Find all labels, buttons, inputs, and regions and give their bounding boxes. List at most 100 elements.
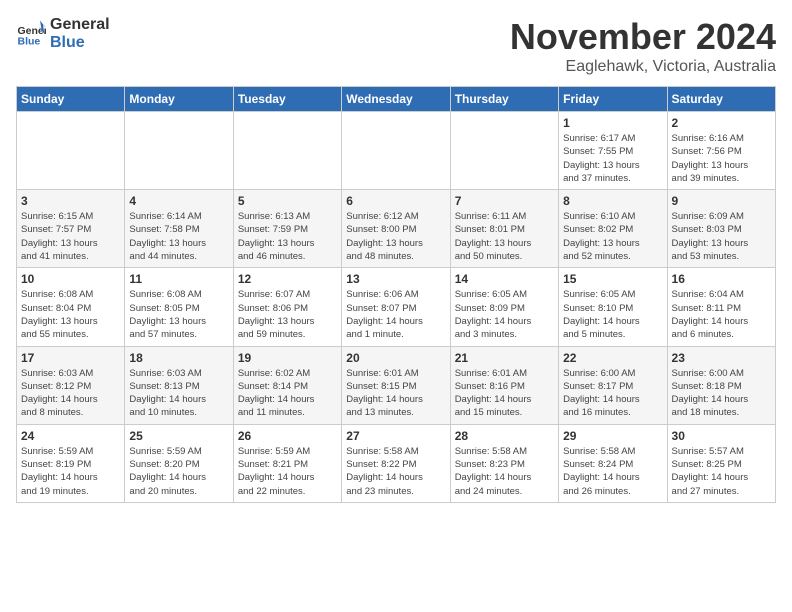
day-info: Sunrise: 6:13 AMSunset: 7:59 PMDaylight:…	[238, 210, 337, 263]
day-info: Sunrise: 6:16 AMSunset: 7:56 PMDaylight:…	[672, 132, 771, 185]
day-info: Sunrise: 5:59 AMSunset: 8:21 PMDaylight:…	[238, 445, 337, 498]
calendar-cell	[233, 112, 341, 190]
day-info: Sunrise: 6:01 AMSunset: 8:15 PMDaylight:…	[346, 367, 445, 420]
calendar-cell: 15Sunrise: 6:05 AMSunset: 8:10 PMDayligh…	[559, 268, 667, 346]
weekday-header-sunday: Sunday	[17, 87, 125, 112]
logo: General Blue General Blue	[16, 16, 110, 51]
day-number: 29	[563, 429, 662, 443]
calendar-cell	[450, 112, 558, 190]
calendar-cell: 4 Sunrise: 6:14 AMSunset: 7:58 PMDaylight…	[125, 190, 233, 268]
calendar-cell: 27 Sunrise: 5:58 AMSunset: 8:22 PMDayligh…	[342, 424, 450, 502]
day-info: Sunrise: 6:15 AMSunset: 7:57 PMDaylight:…	[21, 210, 120, 263]
calendar-body: 1 Sunrise: 6:17 AMSunset: 7:55 PMDaylight…	[17, 112, 776, 503]
day-info: Sunrise: 5:59 AMSunset: 8:19 PMDaylight:…	[21, 445, 120, 498]
day-info: Sunrise: 6:03 AMSunset: 8:12 PMDaylight:…	[21, 367, 120, 420]
day-info: Sunrise: 6:03 AMSunset: 8:13 PMDaylight:…	[129, 367, 228, 420]
calendar-cell: 9 Sunrise: 6:09 AMSunset: 8:03 PMDaylight…	[667, 190, 775, 268]
day-number: 23	[672, 351, 771, 365]
day-number: 3	[21, 194, 120, 208]
day-info: Sunrise: 6:10 AMSunset: 8:02 PMDaylight:…	[563, 210, 662, 263]
calendar-week-row: 10 Sunrise: 6:08 AMSunset: 8:04 PMDayligh…	[17, 268, 776, 346]
day-info: Sunrise: 6:09 AMSunset: 8:03 PMDaylight:…	[672, 210, 771, 263]
calendar-cell: 18 Sunrise: 6:03 AMSunset: 8:13 PMDayligh…	[125, 346, 233, 424]
day-number: 1	[563, 116, 662, 130]
calendar-cell: 19 Sunrise: 6:02 AMSunset: 8:14 PMDayligh…	[233, 346, 341, 424]
day-info: Sunrise: 6:02 AMSunset: 8:14 PMDaylight:…	[238, 367, 337, 420]
calendar-cell: 16 Sunrise: 6:04 AMSunset: 8:11 PMDayligh…	[667, 268, 775, 346]
calendar-week-row: 17 Sunrise: 6:03 AMSunset: 8:12 PMDayligh…	[17, 346, 776, 424]
day-number: 5	[238, 194, 337, 208]
day-number: 16	[672, 272, 771, 286]
calendar-cell: 22Sunrise: 6:00 AMSunset: 8:17 PMDayligh…	[559, 346, 667, 424]
calendar-cell: 23Sunrise: 6:00 AMSunset: 8:18 PMDayligh…	[667, 346, 775, 424]
day-number: 27	[346, 429, 445, 443]
weekday-header-wednesday: Wednesday	[342, 87, 450, 112]
calendar-cell: 21Sunrise: 6:01 AMSunset: 8:16 PMDayligh…	[450, 346, 558, 424]
calendar-cell: 8 Sunrise: 6:10 AMSunset: 8:02 PMDaylight…	[559, 190, 667, 268]
weekday-header-friday: Friday	[559, 87, 667, 112]
calendar-header: SundayMondayTuesdayWednesdayThursdayFrid…	[17, 87, 776, 112]
day-number: 21	[455, 351, 554, 365]
day-number: 24	[21, 429, 120, 443]
calendar-cell: 28 Sunrise: 5:58 AMSunset: 8:23 PMDayligh…	[450, 424, 558, 502]
logo-general-text: General	[50, 16, 110, 33]
header: General Blue General Blue November 2024 …	[16, 16, 776, 76]
day-info: Sunrise: 6:08 AMSunset: 8:05 PMDaylight:…	[129, 288, 228, 341]
day-info: Sunrise: 6:04 AMSunset: 8:11 PMDaylight:…	[672, 288, 771, 341]
weekday-header-row: SundayMondayTuesdayWednesdayThursdayFrid…	[17, 87, 776, 112]
day-number: 10	[21, 272, 120, 286]
day-info: Sunrise: 6:05 AMSunset: 8:10 PMDaylight:…	[563, 288, 662, 341]
day-info: Sunrise: 5:58 AMSunset: 8:24 PMDaylight:…	[563, 445, 662, 498]
logo-blue-text: Blue	[50, 34, 85, 51]
month-title: November 2024	[510, 16, 776, 58]
calendar-cell	[342, 112, 450, 190]
calendar-cell	[125, 112, 233, 190]
day-number: 19	[238, 351, 337, 365]
day-info: Sunrise: 5:57 AMSunset: 8:25 PMDaylight:…	[672, 445, 771, 498]
day-number: 6	[346, 194, 445, 208]
calendar-cell: 10 Sunrise: 6:08 AMSunset: 8:04 PMDayligh…	[17, 268, 125, 346]
day-info: Sunrise: 6:12 AMSunset: 8:00 PMDaylight:…	[346, 210, 445, 263]
calendar-cell: 24 Sunrise: 5:59 AMSunset: 8:19 PMDayligh…	[17, 424, 125, 502]
day-number: 9	[672, 194, 771, 208]
calendar-cell: 5 Sunrise: 6:13 AMSunset: 7:59 PMDaylight…	[233, 190, 341, 268]
day-number: 4	[129, 194, 228, 208]
calendar-cell: 12Sunrise: 6:07 AMSunset: 8:06 PMDayligh…	[233, 268, 341, 346]
day-info: Sunrise: 6:11 AMSunset: 8:01 PMDaylight:…	[455, 210, 554, 263]
calendar-cell: 1 Sunrise: 6:17 AMSunset: 7:55 PMDaylight…	[559, 112, 667, 190]
day-number: 17	[21, 351, 120, 365]
day-info: Sunrise: 6:07 AMSunset: 8:06 PMDaylight:…	[238, 288, 337, 341]
calendar-cell: 29 Sunrise: 5:58 AMSunset: 8:24 PMDayligh…	[559, 424, 667, 502]
svg-text:Blue: Blue	[18, 35, 41, 47]
calendar-cell: 17 Sunrise: 6:03 AMSunset: 8:12 PMDayligh…	[17, 346, 125, 424]
day-number: 20	[346, 351, 445, 365]
title-block: November 2024 Eaglehawk, Victoria, Austr…	[510, 16, 776, 76]
day-number: 18	[129, 351, 228, 365]
day-info: Sunrise: 6:14 AMSunset: 7:58 PMDaylight:…	[129, 210, 228, 263]
weekday-header-monday: Monday	[125, 87, 233, 112]
page-container: General Blue General Blue November 2024 …	[0, 0, 792, 511]
day-number: 8	[563, 194, 662, 208]
calendar-cell: 6 Sunrise: 6:12 AMSunset: 8:00 PMDaylight…	[342, 190, 450, 268]
day-info: Sunrise: 5:58 AMSunset: 8:23 PMDaylight:…	[455, 445, 554, 498]
weekday-header-tuesday: Tuesday	[233, 87, 341, 112]
calendar-cell: 2Sunrise: 6:16 AMSunset: 7:56 PMDaylight…	[667, 112, 775, 190]
calendar-week-row: 1 Sunrise: 6:17 AMSunset: 7:55 PMDaylight…	[17, 112, 776, 190]
day-number: 11	[129, 272, 228, 286]
day-info: Sunrise: 5:58 AMSunset: 8:22 PMDaylight:…	[346, 445, 445, 498]
calendar-cell: 11 Sunrise: 6:08 AMSunset: 8:05 PMDayligh…	[125, 268, 233, 346]
day-number: 25	[129, 429, 228, 443]
day-number: 14	[455, 272, 554, 286]
calendar-cell: 25Sunrise: 5:59 AMSunset: 8:20 PMDayligh…	[125, 424, 233, 502]
calendar-cell: 13Sunrise: 6:06 AMSunset: 8:07 PMDayligh…	[342, 268, 450, 346]
calendar-week-row: 3 Sunrise: 6:15 AMSunset: 7:57 PMDaylight…	[17, 190, 776, 268]
day-info: Sunrise: 6:17 AMSunset: 7:55 PMDaylight:…	[563, 132, 662, 185]
day-number: 13	[346, 272, 445, 286]
day-number: 30	[672, 429, 771, 443]
logo-icon: General Blue	[16, 19, 46, 49]
weekday-header-saturday: Saturday	[667, 87, 775, 112]
day-number: 28	[455, 429, 554, 443]
calendar-cell: 20 Sunrise: 6:01 AMSunset: 8:15 PMDayligh…	[342, 346, 450, 424]
calendar-cell: 30 Sunrise: 5:57 AMSunset: 8:25 PMDayligh…	[667, 424, 775, 502]
day-info: Sunrise: 6:08 AMSunset: 8:04 PMDaylight:…	[21, 288, 120, 341]
